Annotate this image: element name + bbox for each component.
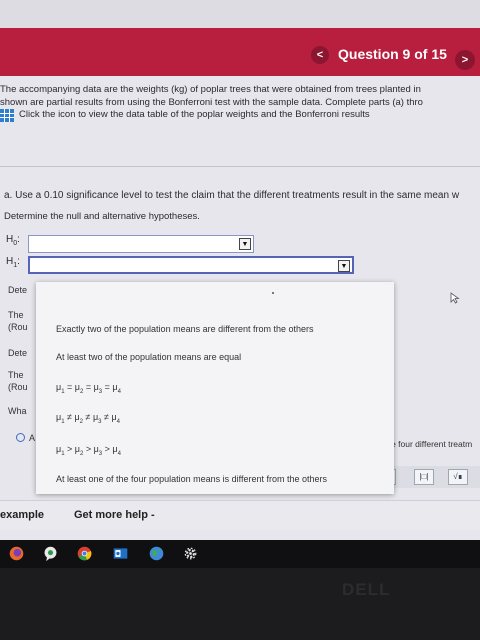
- background-text: Dete: [8, 285, 28, 295]
- background-text: A: [29, 433, 36, 443]
- subscript: 4: [117, 450, 121, 457]
- relation: =: [83, 382, 94, 392]
- relation: =: [64, 382, 75, 392]
- background-text: the four different treatm: [384, 439, 473, 449]
- answer-radio[interactable]: [16, 433, 25, 442]
- background-text: Wha: [8, 406, 27, 416]
- background-text: Dete: [8, 348, 28, 358]
- chevron-right-icon[interactable]: >: [455, 50, 475, 70]
- question-header: < Question 9 of 15 >: [0, 28, 480, 76]
- taskbar: [0, 540, 480, 568]
- example-link[interactable]: example: [0, 509, 44, 521]
- dell-logo: DELL: [342, 580, 391, 599]
- toolbar-button[interactable]: |□|: [414, 469, 434, 485]
- background-text: The: [8, 370, 24, 380]
- get-more-help-button[interactable]: Get more help -: [74, 509, 155, 521]
- chevron-left-icon[interactable]: <: [311, 46, 329, 64]
- h0-select[interactable]: ▼: [28, 235, 254, 253]
- chat-icon[interactable]: [42, 545, 59, 562]
- dropdown-option[interactable]: μ1 = μ2 = μ3 = μ4: [56, 382, 121, 395]
- dropdown-option[interactable]: At least one of the four population mean…: [56, 474, 327, 484]
- relation: ≠: [101, 412, 112, 422]
- chevron-down-icon[interactable]: ▼: [338, 260, 350, 272]
- h1-label: H1:: [6, 256, 20, 269]
- relation: ≠: [83, 412, 93, 422]
- outlook-icon[interactable]: [112, 545, 129, 562]
- dropdown-option[interactable]: At least two of the population means are…: [56, 352, 241, 362]
- hypotheses-instruction: Determine the null and alternative hypot…: [4, 211, 200, 222]
- subscript: 4: [117, 388, 121, 395]
- data-table-icon[interactable]: [0, 109, 14, 122]
- dropdown-option[interactable]: μ1 > μ2 > μ3 > μ4: [56, 444, 121, 457]
- top-band: [0, 0, 480, 28]
- data-table-link-row[interactable]: Click the icon to view the data table of…: [0, 109, 480, 122]
- section-divider: [0, 166, 480, 167]
- data-table-link[interactable]: Click the icon to view the data table of…: [19, 109, 370, 122]
- h1-colon: :: [17, 256, 20, 267]
- chevron-down-icon[interactable]: ▼: [239, 238, 251, 250]
- question-counter: Question 9 of 15: [338, 46, 447, 62]
- cursor-dot: [272, 292, 274, 294]
- intro-line-1: The accompanying data are the weights (k…: [0, 84, 421, 95]
- dropdown-option[interactable]: Exactly two of the population means are …: [56, 324, 313, 334]
- h0-colon: :: [17, 234, 20, 245]
- browser-screen: < Question 9 of 15 > The accompanying da…: [0, 0, 480, 540]
- sqrt-button[interactable]: √∎: [448, 469, 468, 485]
- relation: ≠: [64, 412, 75, 422]
- hypothesis-dropdown-menu: Exactly two of the population means are …: [36, 282, 394, 494]
- relation: >: [83, 444, 94, 454]
- relation: >: [102, 444, 113, 454]
- problem-intro: The accompanying data are the weights (k…: [0, 84, 480, 122]
- monitor-bezel: DELL: [0, 568, 480, 640]
- h0-label: H0:: [6, 234, 20, 247]
- background-text: (Rou: [8, 382, 28, 392]
- relation: =: [102, 382, 113, 392]
- bottom-bar: example Get more help -: [0, 500, 480, 530]
- chrome-icon[interactable]: [76, 545, 93, 562]
- background-text: The: [8, 310, 24, 320]
- firefox-icon[interactable]: [8, 545, 25, 562]
- background-text: (Rou: [8, 322, 28, 332]
- subscript: 4: [116, 418, 120, 425]
- mouse-cursor-icon: [450, 292, 460, 304]
- globe-icon[interactable]: [148, 545, 165, 562]
- settings-icon[interactable]: [182, 545, 199, 562]
- h1-select[interactable]: ▼: [28, 256, 354, 274]
- dropdown-option[interactable]: μ1 ≠ μ2 ≠ μ3 ≠ μ4: [56, 412, 120, 425]
- relation: >: [64, 444, 75, 454]
- part-a-question: a. Use a 0.10 significance level to test…: [4, 190, 460, 201]
- intro-line-2: shown are partial results from using the…: [0, 96, 423, 108]
